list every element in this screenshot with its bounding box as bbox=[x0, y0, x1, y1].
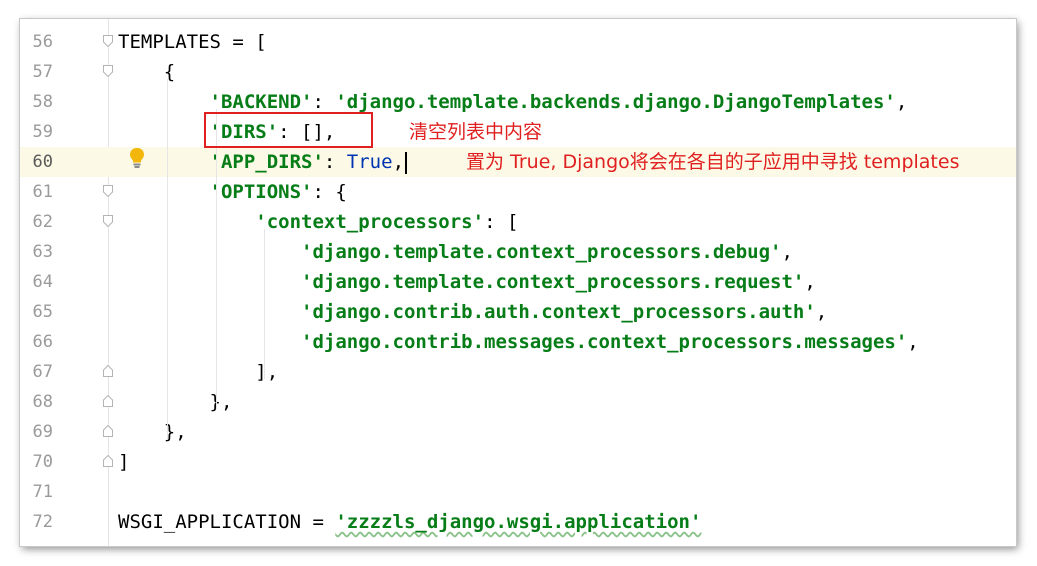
code-text[interactable]: 'context_processors': [ bbox=[118, 207, 518, 237]
fold-close-icon[interactable] bbox=[103, 455, 113, 467]
code-line[interactable]: 69 }, bbox=[20, 417, 1016, 447]
app-dirs-annotation: 置为 True, Django将会在各自的子应用中寻找 templates bbox=[466, 151, 960, 173]
fold-close-icon[interactable] bbox=[103, 365, 113, 377]
code-line[interactable]: 72 WSGI_APPLICATION = 'zzzzls_django.wsgi… bbox=[20, 507, 1016, 537]
code-token: : bbox=[312, 91, 336, 113]
code-text[interactable]: ] bbox=[118, 447, 129, 477]
code-token: , bbox=[781, 241, 793, 263]
code-text[interactable]: 'django.contrib.auth.context_processors.… bbox=[118, 297, 827, 327]
code-line[interactable]: 71 bbox=[20, 477, 1016, 507]
code-text[interactable]: TEMPLATES = [ bbox=[118, 27, 267, 57]
code-editor[interactable]: 56 TEMPLATES = [57 {58 'BACKEND': 'django… bbox=[20, 19, 1016, 546]
code-line[interactable]: 63 'django.template.context_processors.d… bbox=[20, 237, 1016, 267]
string-token: 'django.template.context_processors.requ… bbox=[301, 271, 805, 293]
code-line[interactable]: 65 'django.contrib.auth.context_processo… bbox=[20, 297, 1016, 327]
code-text[interactable]: 'OPTIONS': { bbox=[118, 177, 347, 207]
code-text[interactable]: 'django.template.context_processors.requ… bbox=[118, 267, 816, 297]
dirs-annotation: 清空列表中内容 bbox=[409, 121, 543, 143]
code-line[interactable]: 58 'BACKEND': 'django.template.backends.… bbox=[20, 87, 1016, 117]
code-line[interactable]: 61 'OPTIONS': { bbox=[20, 177, 1016, 207]
string-token: 'django.template.context_processors.debu… bbox=[301, 241, 782, 263]
line-number: 56 bbox=[32, 32, 53, 52]
line-number: 66 bbox=[32, 332, 53, 352]
code-text[interactable]: 'APP_DIRS': True, bbox=[118, 147, 408, 177]
line-number: 63 bbox=[32, 242, 53, 262]
string-token: 'BACKEND' bbox=[209, 91, 313, 113]
lightbulb-icon[interactable] bbox=[128, 147, 146, 169]
string-token: 'django.contrib.messages.context_process… bbox=[301, 331, 908, 353]
line-number: 60 bbox=[32, 152, 53, 172]
code-token: , bbox=[907, 331, 919, 353]
code-token: ], bbox=[118, 361, 279, 383]
code-token: , bbox=[392, 151, 405, 173]
fold-open-icon[interactable] bbox=[103, 185, 113, 197]
code-token: : { bbox=[312, 181, 347, 203]
line-number: 67 bbox=[32, 362, 53, 382]
fold-close-icon[interactable] bbox=[103, 395, 113, 407]
indent-guide bbox=[167, 79, 168, 439]
line-number: 71 bbox=[32, 482, 53, 502]
string-token: 'APP_DIRS' bbox=[209, 151, 324, 173]
line-number: 62 bbox=[32, 212, 53, 232]
code-text[interactable]: 'django.template.context_processors.debu… bbox=[118, 237, 793, 267]
fold-open-icon[interactable] bbox=[103, 215, 113, 227]
code-line[interactable]: 62 'context_processors': [ bbox=[20, 207, 1016, 237]
line-number: 64 bbox=[32, 272, 53, 292]
fold-close-icon[interactable] bbox=[103, 425, 113, 437]
code-token: , bbox=[895, 91, 908, 113]
string-token: 'zzzzls_django.wsgi.application' bbox=[335, 511, 702, 533]
line-number: 68 bbox=[32, 392, 53, 412]
fold-open-icon[interactable] bbox=[103, 35, 113, 47]
code-text[interactable]: }, bbox=[118, 417, 187, 447]
text-cursor bbox=[405, 151, 408, 174]
code-line[interactable]: 67 ], bbox=[20, 357, 1016, 387]
code-token: WSGI_APPLICATION = bbox=[118, 511, 336, 533]
code-line[interactable]: 56 TEMPLATES = [ bbox=[20, 27, 1016, 57]
code-token: , bbox=[804, 271, 816, 293]
code-token: , bbox=[815, 301, 828, 323]
code-line[interactable]: 64 'django.template.context_processors.r… bbox=[20, 267, 1016, 297]
code-text[interactable]: ], bbox=[118, 357, 278, 387]
indent-guide bbox=[264, 229, 265, 379]
keyword-token: True bbox=[346, 151, 393, 173]
code-line[interactable]: 66 'django.contrib.messages.context_proc… bbox=[20, 327, 1016, 357]
line-number: 59 bbox=[32, 122, 53, 142]
code-line[interactable]: 68 }, bbox=[20, 387, 1016, 417]
code-line[interactable]: 70] bbox=[20, 447, 1016, 477]
indent-guide bbox=[216, 109, 217, 409]
code-text[interactable]: 'django.contrib.messages.context_process… bbox=[118, 327, 919, 357]
line-number: 72 bbox=[32, 512, 53, 532]
line-number: 69 bbox=[32, 422, 53, 442]
code-token: : [ bbox=[484, 211, 519, 233]
string-token: 'OPTIONS' bbox=[209, 181, 313, 203]
code-text[interactable]: WSGI_APPLICATION = 'zzzzls_django.wsgi.a… bbox=[118, 507, 701, 537]
code-token: ] bbox=[118, 451, 130, 473]
dirs-highlight-box bbox=[204, 112, 373, 148]
code-token: : bbox=[323, 151, 347, 173]
string-token: 'django.contrib.auth.context_processors.… bbox=[301, 301, 816, 323]
code-line[interactable]: 57 { bbox=[20, 57, 1016, 87]
string-token: 'django.template.backends.django.DjangoT… bbox=[335, 91, 896, 113]
line-number: 61 bbox=[32, 182, 53, 202]
code-token: TEMPLATES = [ bbox=[118, 31, 267, 53]
line-number: 70 bbox=[32, 452, 53, 472]
fold-open-icon[interactable] bbox=[103, 65, 113, 77]
line-number: 58 bbox=[32, 92, 53, 112]
code-token: }, bbox=[118, 421, 187, 443]
string-token: 'context_processors' bbox=[255, 211, 485, 233]
line-number: 65 bbox=[32, 302, 53, 322]
line-number: 57 bbox=[32, 62, 53, 82]
